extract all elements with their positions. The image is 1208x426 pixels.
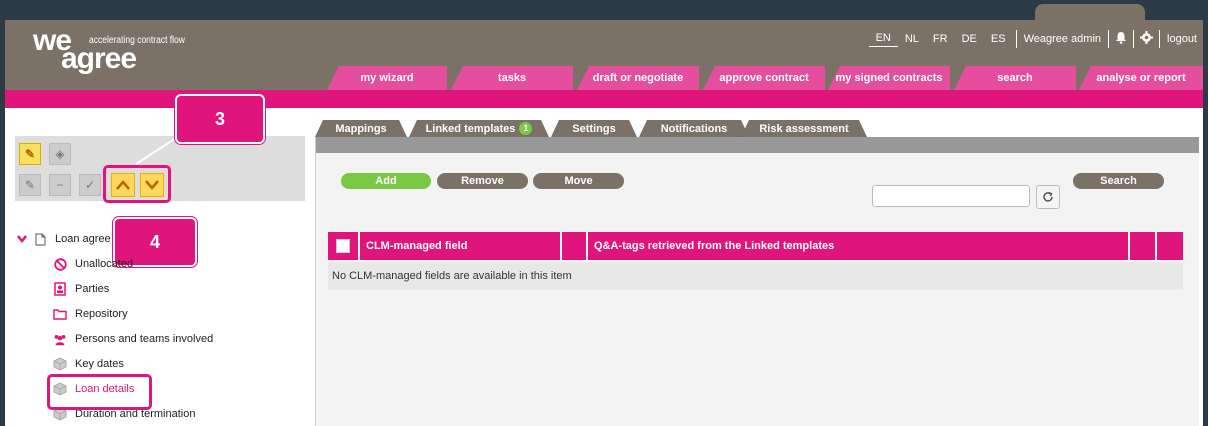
cube-icon <box>53 357 67 371</box>
lang-en[interactable]: EN <box>868 32 898 47</box>
main-nav: my wizard tasks draft or negotiate appro… <box>5 66 1203 90</box>
edit-icon[interactable]: ✎ <box>19 143 41 165</box>
cube-edit-icon[interactable]: ◈ <box>49 143 71 165</box>
col-action-1 <box>1130 232 1157 260</box>
cube-remove-icon[interactable]: − <box>49 174 71 196</box>
tree-item-label: Repository <box>75 308 128 320</box>
search-input[interactable] <box>872 185 1030 207</box>
highlight-move-buttons <box>103 165 171 203</box>
main-panel: Mappings Linked templates 1 Settings Not… <box>315 120 1199 426</box>
tree-root-label: Loan agree <box>55 233 111 245</box>
tree-item-key-dates[interactable]: Key dates <box>53 357 124 371</box>
lang-fr[interactable]: FR <box>926 33 955 45</box>
no-entry-icon <box>53 257 67 271</box>
folder-icon <box>53 307 67 321</box>
refresh-icon[interactable] <box>1036 185 1060 209</box>
nav-tab-my-wizard[interactable]: my wizard <box>327 66 447 90</box>
bell-icon[interactable] <box>1112 31 1130 47</box>
people-icon <box>53 332 67 346</box>
nav-tab-analyse-or-report[interactable]: analyse or report <box>1079 66 1203 90</box>
lang-es[interactable]: ES <box>984 33 1013 45</box>
highlight-loan-details <box>47 374 152 410</box>
move-button[interactable]: Move <box>533 173 624 189</box>
lang-nl[interactable]: NL <box>898 33 926 45</box>
divider <box>1133 30 1135 48</box>
empty-message: No CLM-managed fields are available in t… <box>328 262 1183 290</box>
language-bar: EN NL FR DE ES Weagree admin logout <box>868 30 1197 48</box>
document-icon <box>33 232 47 246</box>
add-button[interactable]: Add <box>341 173 431 189</box>
logout-link[interactable]: logout <box>1163 33 1197 45</box>
col-action-2 <box>1157 232 1183 260</box>
lang-de[interactable]: DE <box>955 33 984 45</box>
remove-button[interactable]: Remove <box>437 173 528 189</box>
col-clm-managed-field[interactable]: CLM-managed field <box>360 232 562 260</box>
nav-tab-draft-or-negotiate[interactable]: draft or negotiate <box>577 66 699 90</box>
tree-item-label: Persons and teams involved <box>75 333 214 345</box>
tree-item-unallocated[interactable]: Unallocated <box>53 257 133 271</box>
contact-card-icon <box>53 282 67 296</box>
tree-item-label: Key dates <box>75 358 124 370</box>
tree-item-parties[interactable]: Parties <box>53 282 109 296</box>
cube-check-icon[interactable]: ✓ <box>79 174 101 196</box>
divider <box>1108 30 1110 48</box>
tree-item-repository[interactable]: Repository <box>53 307 128 321</box>
select-all-checkbox[interactable] <box>336 239 350 253</box>
divider <box>1015 30 1017 48</box>
tab-settings[interactable]: Settings <box>551 120 637 137</box>
header: we accelerating contract flow agree EN N… <box>5 20 1203 90</box>
tab-linked-templates[interactable]: Linked templates 1 <box>409 120 549 137</box>
select-all-cell <box>328 232 360 260</box>
gear-icon[interactable] <box>1137 31 1156 47</box>
search-button[interactable]: Search <box>1073 173 1164 189</box>
tree-item-persons-teams[interactable]: Persons and teams involved <box>53 332 213 346</box>
chevron-down-icon[interactable] <box>15 232 29 246</box>
cube-pencil-icon[interactable]: ✎ <box>19 174 41 196</box>
nav-tab-my-signed-contracts[interactable]: my signed contracts <box>828 66 950 90</box>
user-name[interactable]: Weagree admin <box>1020 33 1105 45</box>
callout-3: 3 <box>175 94 265 144</box>
divider <box>1159 30 1161 48</box>
tab-mappings[interactable]: Mappings <box>315 120 407 137</box>
mappings-panel: Add Remove Move Search CLM-managed field… <box>315 137 1199 426</box>
tab-notifications[interactable]: Notifications <box>639 120 749 137</box>
top-strip <box>5 0 1203 20</box>
table-header: CLM-managed field Q&A-tags retrieved fro… <box>328 232 1183 260</box>
nav-tab-tasks[interactable]: tasks <box>451 66 573 90</box>
col-qa-tags[interactable]: Q&A-tags retrieved from the Linked templ… <box>588 232 1130 260</box>
tree-root[interactable]: Loan agree <box>15 232 111 246</box>
app-window: we accelerating contract flow agree EN N… <box>5 0 1203 426</box>
nav-tab-search[interactable]: search <box>954 66 1076 90</box>
header-notch <box>1035 4 1145 20</box>
tab-risk-assessment[interactable]: Risk assessment <box>741 120 867 137</box>
count-badge: 1 <box>519 122 532 135</box>
nav-tab-approve-contract[interactable]: approve contract <box>703 66 825 90</box>
tab-label: Linked templates <box>425 122 516 135</box>
tree-item-label: Unallocated <box>75 258 134 270</box>
panel-header-bar <box>316 137 1199 153</box>
col-spacer <box>562 232 588 260</box>
tree-item-label: Parties <box>75 283 110 295</box>
